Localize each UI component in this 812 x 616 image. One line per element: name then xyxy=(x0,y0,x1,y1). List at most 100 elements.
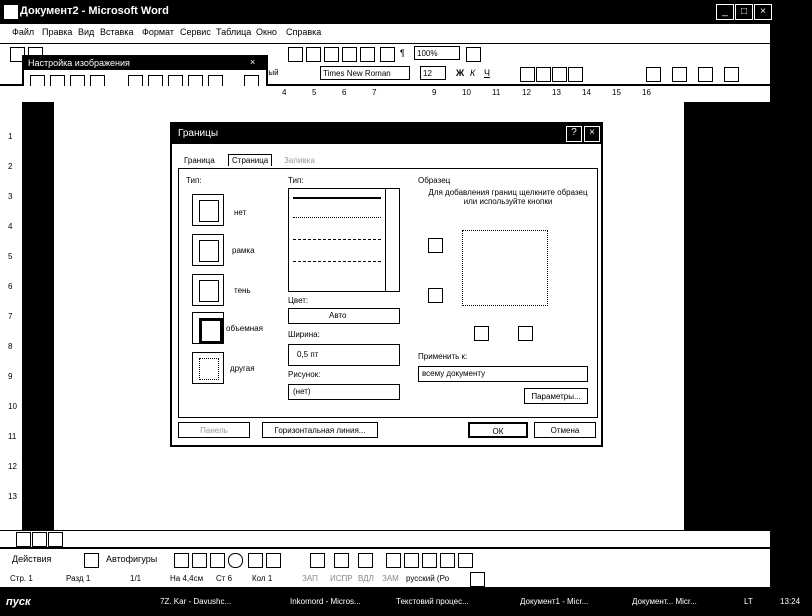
ok-button[interactable]: ОК xyxy=(468,422,528,438)
spelling-status-icon[interactable] xyxy=(470,572,485,587)
rotate-icon[interactable] xyxy=(84,553,99,568)
preview-area[interactable] xyxy=(462,230,548,306)
line-icon[interactable] xyxy=(174,553,189,568)
menu-format[interactable]: Формат xyxy=(142,27,174,37)
menu-edit[interactable]: Правка xyxy=(42,27,72,37)
minimize-button[interactable]: _ xyxy=(716,4,734,20)
maximize-button[interactable]: □ xyxy=(735,4,753,20)
menu-tools[interactable]: Сервис xyxy=(180,27,211,37)
color-select[interactable]: Авто xyxy=(288,308,400,324)
line-color-icon[interactable] xyxy=(334,553,349,568)
zoom-select[interactable]: 100% xyxy=(414,46,460,60)
actions-button[interactable]: Действия xyxy=(12,554,51,564)
taskbar-item[interactable]: 7Z. Kar - Davushc... xyxy=(160,594,231,610)
border-icon[interactable] xyxy=(646,67,661,82)
oval-icon[interactable] xyxy=(228,553,243,568)
vertical-ruler[interactable]: 1 2 3 4 5 6 7 8 9 10 11 12 13 xyxy=(0,102,23,530)
taskbar-item[interactable]: Текстовий процес... xyxy=(396,594,469,610)
textbox-icon[interactable] xyxy=(248,553,263,568)
left-border-icon[interactable] xyxy=(474,326,489,341)
line-style-dash-long[interactable] xyxy=(293,261,381,262)
wordart-icon[interactable] xyxy=(266,553,281,568)
menu-file[interactable]: Файл xyxy=(12,27,34,37)
rectangle-icon[interactable] xyxy=(210,553,225,568)
dash-style-icon[interactable] xyxy=(404,553,419,568)
taskbar-item[interactable]: Документ1 - Micr... xyxy=(520,594,588,610)
close-icon[interactable]: × xyxy=(584,126,600,142)
apply-select[interactable]: всему документу xyxy=(418,366,588,382)
keyboard-language[interactable]: LT xyxy=(744,594,753,610)
horizontal-line-button[interactable]: Горизонтальная линия... xyxy=(262,422,378,438)
line-style-list[interactable] xyxy=(288,188,400,292)
tab-page-border[interactable]: Страница xyxy=(228,154,273,166)
align-left-icon[interactable] xyxy=(520,67,535,82)
3d-icon[interactable] xyxy=(458,553,473,568)
preset-shadow[interactable] xyxy=(192,274,224,306)
menu-insert[interactable]: Вставка xyxy=(100,27,133,37)
cancel-button[interactable]: Отмена xyxy=(534,422,596,438)
close-icon[interactable]: × xyxy=(250,57,255,67)
text-color-icon[interactable] xyxy=(358,553,373,568)
close-button[interactable]: × xyxy=(754,4,772,20)
map-icon-2[interactable] xyxy=(380,47,395,62)
menu-help[interactable]: Справка xyxy=(286,27,321,37)
preset-box[interactable] xyxy=(192,234,224,266)
shadow-icon[interactable] xyxy=(440,553,455,568)
help-icon[interactable] xyxy=(466,47,481,62)
pilcrow-icon[interactable]: ¶ xyxy=(400,48,405,58)
status-rec[interactable]: ЗАП xyxy=(302,574,318,583)
options-button[interactable]: Параметры... xyxy=(524,388,588,404)
line-style-dotted[interactable] xyxy=(293,217,381,218)
line-style-solid[interactable] xyxy=(293,197,381,199)
word-app-icon[interactable] xyxy=(4,5,18,19)
font-select[interactable]: Times New Roman xyxy=(320,66,410,80)
style-select[interactable]: ный xyxy=(262,66,312,80)
right-border-icon[interactable] xyxy=(518,326,533,341)
menu-view[interactable]: Вид xyxy=(78,27,94,37)
underline-button[interactable]: Ч xyxy=(484,68,490,78)
width-select[interactable]: 0,5 пт xyxy=(288,344,400,366)
columns-icon[interactable] xyxy=(324,47,339,62)
highlight-icon[interactable] xyxy=(672,67,687,82)
grow-font-icon[interactable] xyxy=(724,67,739,82)
size-select[interactable]: 12 xyxy=(420,66,446,80)
status-ovr[interactable]: ЗАМ xyxy=(382,574,399,583)
arrow-icon[interactable] xyxy=(192,553,207,568)
align-center-icon[interactable] xyxy=(536,67,551,82)
menu-window[interactable]: Окно xyxy=(256,27,277,37)
print-view-icon[interactable] xyxy=(48,532,63,547)
art-select[interactable]: (нет) xyxy=(288,384,400,400)
map-icon[interactable] xyxy=(360,47,375,62)
excel-icon[interactable] xyxy=(306,47,321,62)
drawing-icon[interactable] xyxy=(342,47,357,62)
tab-borders[interactable]: Граница xyxy=(184,156,215,165)
font-color-icon[interactable] xyxy=(698,67,713,82)
help-icon[interactable]: ? xyxy=(566,126,582,142)
picture-toolbar-header[interactable]: Настройка изображения × xyxy=(24,57,266,70)
horizontal-ruler[interactable]: 4 5 6 7 9 10 11 12 13 14 15 16 xyxy=(0,86,770,103)
align-right-icon[interactable] xyxy=(552,67,567,82)
taskbar-item[interactable]: Inkomord - Micros... xyxy=(290,594,361,610)
preset-none[interactable] xyxy=(192,194,224,226)
preset-custom[interactable] xyxy=(192,352,224,384)
fill-color-icon[interactable] xyxy=(310,553,325,568)
dialog-title-bar[interactable]: Границы ? × xyxy=(172,124,601,144)
web-view-icon[interactable] xyxy=(32,532,47,547)
bottom-border-icon[interactable] xyxy=(428,288,443,303)
tab-shading[interactable]: Заливка xyxy=(284,156,315,165)
vertical-scrollbar[interactable] xyxy=(770,24,812,530)
normal-view-icon[interactable] xyxy=(16,532,31,547)
taskbar-item[interactable]: Документ... Micr... xyxy=(632,594,697,610)
start-button[interactable]: пуск xyxy=(6,594,31,610)
tables-icon[interactable] xyxy=(288,47,303,62)
top-border-icon[interactable] xyxy=(428,238,443,253)
justify-icon[interactable] xyxy=(568,67,583,82)
show-toolbar-button[interactable]: Панель xyxy=(178,422,250,438)
arrow-style-icon[interactable] xyxy=(422,553,437,568)
status-trk[interactable]: ИСПР xyxy=(330,574,353,583)
menu-table[interactable]: Таблица xyxy=(216,27,251,37)
bold-button[interactable]: Ж xyxy=(456,68,464,78)
line-style-icon[interactable] xyxy=(386,553,401,568)
list-scrollbar[interactable] xyxy=(385,189,400,291)
autoshapes-button[interactable]: Автофигуры xyxy=(106,554,157,564)
